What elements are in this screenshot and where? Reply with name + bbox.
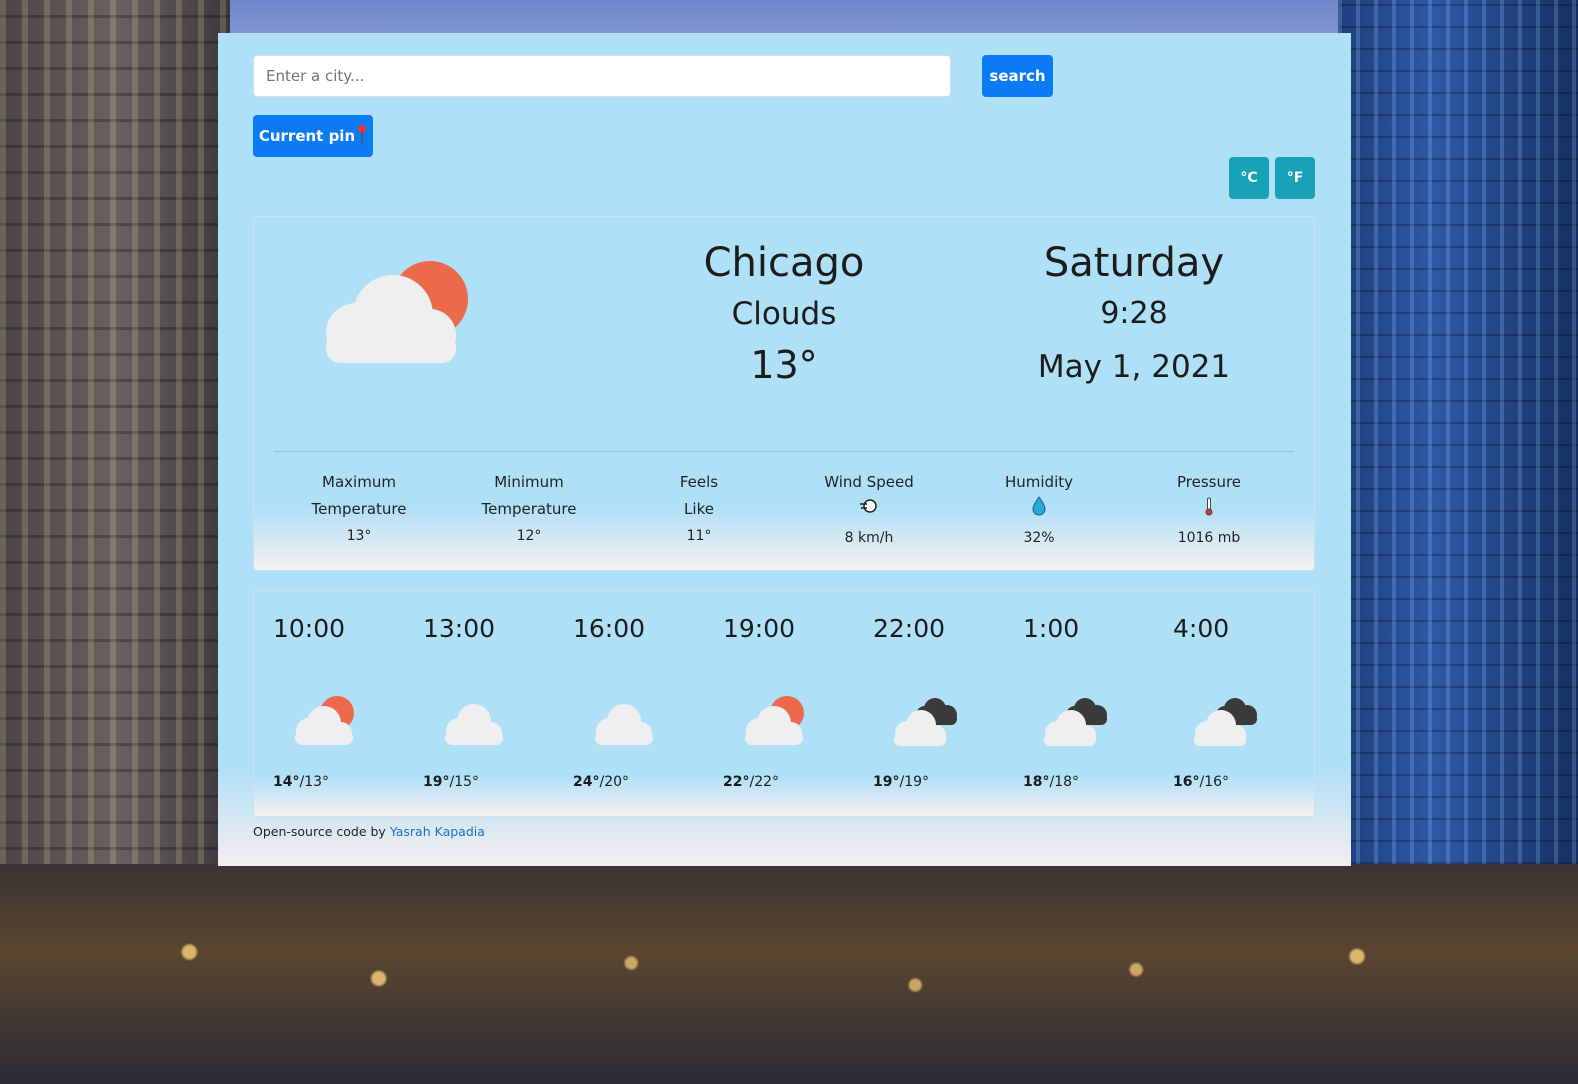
stat-label: Pressure <box>1176 473 1242 491</box>
forecast-item: 19:00 22°/22° <box>723 611 873 790</box>
thermometer-icon <box>1124 496 1294 525</box>
forecast-low: /20° <box>599 774 630 790</box>
date-info: Saturday 9:28 May 1, 2021 <box>1014 237 1254 395</box>
forecast-high: 19° <box>423 774 450 790</box>
forecast-high: 14° <box>273 774 300 790</box>
stat-max-temp: Maximum Temperature 13° <box>274 469 444 552</box>
forecast-high: 19° <box>873 774 900 790</box>
stat-pressure: Pressure 1016 mb <box>1124 469 1294 552</box>
cloud-sun-icon <box>289 689 361 749</box>
stat-label: Feels <box>679 473 719 491</box>
forecast-temps: 24°/20° <box>573 774 723 790</box>
forecast-item: 1:00 18°/18° <box>1023 611 1173 790</box>
stat-humidity: Humidity 32% <box>954 469 1124 552</box>
city-info: Chicago Clouds 13° <box>684 237 884 391</box>
forecast-low: /13° <box>299 774 330 790</box>
forecast-row: 10:00 14°/13° 13:00 19°/15° 16:00 24°/20… <box>273 611 1323 790</box>
stat-value: 1016 mb <box>1177 530 1241 546</box>
weather-condition: Clouds <box>731 296 837 332</box>
forecast-item: 10:00 14°/13° <box>273 611 423 790</box>
weather-stats: Maximum Temperature 13° Minimum Temperat… <box>274 469 1294 552</box>
current-date: May 1, 2021 <box>1037 349 1231 385</box>
forecast-high: 16° <box>1173 774 1200 790</box>
divider <box>274 451 1294 452</box>
forecast-temps: 19°/15° <box>423 774 573 790</box>
current-time: 9:28 <box>1100 296 1168 331</box>
stat-label: Temperature <box>311 500 407 518</box>
stat-value: 8 km/h <box>844 530 894 546</box>
stat-min-temp: Minimum Temperature 12° <box>444 469 614 552</box>
cloud-sun-icon <box>318 247 478 367</box>
cloud-icon <box>589 689 661 749</box>
stat-value: 11° <box>686 528 712 544</box>
current-weather-card: Chicago Clouds 13° Saturday 9:28 May 1, … <box>253 216 1315 571</box>
day-of-week: Saturday <box>1043 240 1225 286</box>
stat-label: Like <box>684 500 714 518</box>
city-name: Chicago <box>703 240 865 286</box>
forecast-high: 24° <box>573 774 600 790</box>
stat-label: Minimum <box>494 473 564 491</box>
forecast-item: 4:00 16°/16° <box>1173 611 1323 790</box>
cloud-sun-icon <box>739 689 811 749</box>
forecast-low: /16° <box>1199 774 1230 790</box>
stat-feels-like: Feels Like 11° <box>614 469 784 552</box>
forecast-time: 22:00 <box>873 614 946 643</box>
stat-label: Humidity <box>1004 473 1073 491</box>
forecast-time: 19:00 <box>723 614 796 643</box>
forecast-high: 22° <box>723 774 750 790</box>
search-row: search <box>253 55 1053 97</box>
forecast-temps: 18°/18° <box>1023 774 1173 790</box>
forecast-temps: 19°/19° <box>873 774 1023 790</box>
forecast-low: /18° <box>1049 774 1080 790</box>
dark-clouds-icon <box>889 689 961 749</box>
dark-clouds-icon <box>1189 689 1261 749</box>
forecast-low: /15° <box>449 774 480 790</box>
search-button[interactable]: search <box>982 55 1053 97</box>
current-pin-button[interactable]: Current pin <box>253 115 373 157</box>
stat-label: Wind Speed <box>824 473 914 491</box>
forecast-temps: 22°/22° <box>723 774 873 790</box>
weather-app-panel: search Current pin °C °F Chi <box>218 33 1351 866</box>
forecast-high: 18° <box>1023 774 1050 790</box>
forecast-item: 16:00 24°/20° <box>573 611 723 790</box>
current-temperature: 13° <box>750 343 818 387</box>
city-search-input[interactable] <box>253 55 951 97</box>
forecast-time: 4:00 <box>1173 614 1230 643</box>
forecast-item: 13:00 19°/15° <box>423 611 573 790</box>
forecast-temps: 14°/13° <box>273 774 423 790</box>
footer: Open-source code by Yasrah Kapadia <box>253 824 485 839</box>
forecast-item: 22:00 19°/19° <box>873 611 1023 790</box>
wind-icon <box>784 496 954 525</box>
hourly-forecast-card: 10:00 14°/13° 13:00 19°/15° 16:00 24°/20… <box>253 590 1315 817</box>
pushpin-icon <box>357 124 367 148</box>
stat-value: 13° <box>346 528 372 544</box>
background-city-lights <box>0 864 1578 1084</box>
cloud-icon <box>439 689 511 749</box>
stat-value: 32% <box>1023 530 1055 546</box>
forecast-low: /22° <box>749 774 780 790</box>
forecast-low: /19° <box>899 774 930 790</box>
current-pin-label: Current pin <box>258 127 356 145</box>
stat-label: Maximum <box>322 473 396 491</box>
stat-wind-speed: Wind Speed 8 km/h <box>784 469 954 552</box>
forecast-time: 16:00 <box>573 614 646 643</box>
forecast-time: 13:00 <box>423 614 496 643</box>
forecast-time: 1:00 <box>1023 614 1080 643</box>
stat-label: Temperature <box>481 500 577 518</box>
dark-clouds-icon <box>1039 689 1111 749</box>
forecast-temps: 16°/16° <box>1173 774 1323 790</box>
droplet-icon <box>954 496 1124 525</box>
forecast-time: 10:00 <box>273 614 346 643</box>
stat-value: 12° <box>516 528 542 544</box>
footer-text: Open-source code by <box>253 824 390 839</box>
celsius-button[interactable]: °C <box>1229 157 1269 199</box>
fahrenheit-button[interactable]: °F <box>1275 157 1315 199</box>
author-link[interactable]: Yasrah Kapadia <box>390 824 485 839</box>
